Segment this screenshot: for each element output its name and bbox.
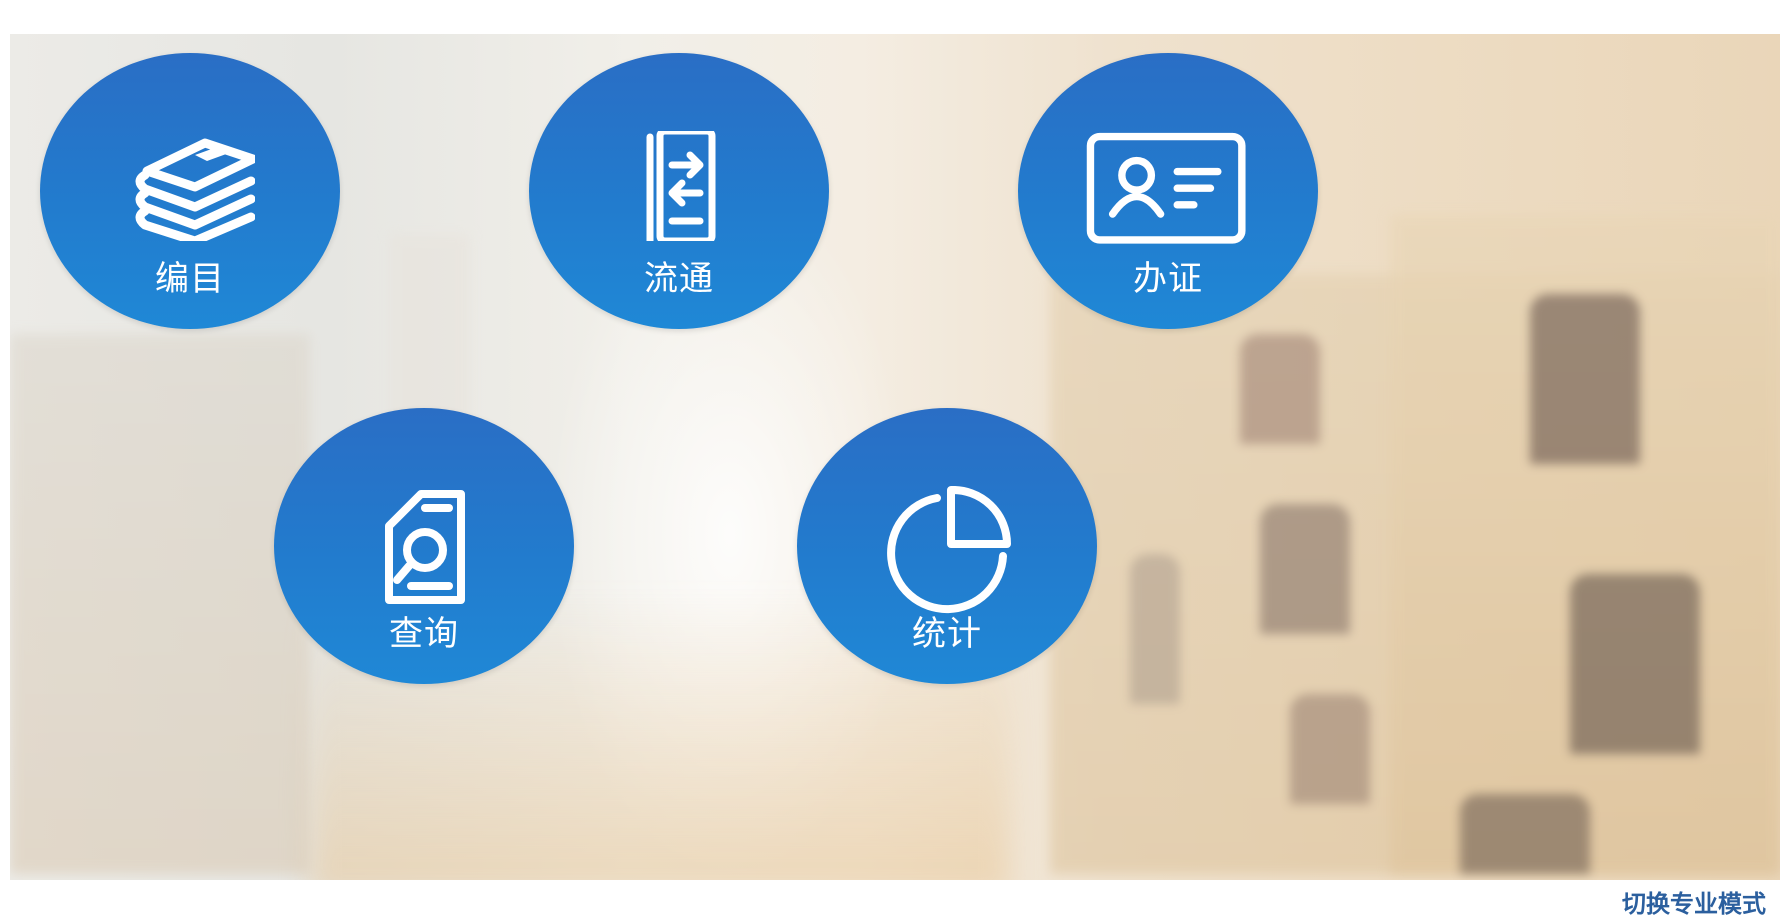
cataloging-button[interactable]: 编目	[40, 53, 340, 329]
exchange-document-icon	[646, 131, 716, 241]
statistics-label: 统计	[912, 614, 982, 654]
search-button[interactable]: 查询	[274, 408, 574, 684]
library-home-page: 编目 流通 办证 查询 统计 切换专业模式	[0, 0, 1780, 918]
search-label: 查询	[389, 614, 459, 654]
circulation-button[interactable]: 流通	[529, 53, 829, 329]
statistics-button[interactable]: 统计	[797, 408, 1097, 684]
switch-professional-mode-link[interactable]: 切换专业模式	[1622, 884, 1766, 918]
document-search-icon	[385, 490, 465, 604]
library-card-button[interactable]: 办证	[1018, 53, 1318, 329]
books-stack-icon	[135, 138, 255, 241]
id-card-icon	[1086, 132, 1246, 244]
library-card-label: 办证	[1133, 259, 1203, 299]
cataloging-label: 编目	[155, 259, 225, 299]
circulation-label: 流通	[644, 259, 714, 299]
pie-chart-icon	[887, 486, 1011, 614]
